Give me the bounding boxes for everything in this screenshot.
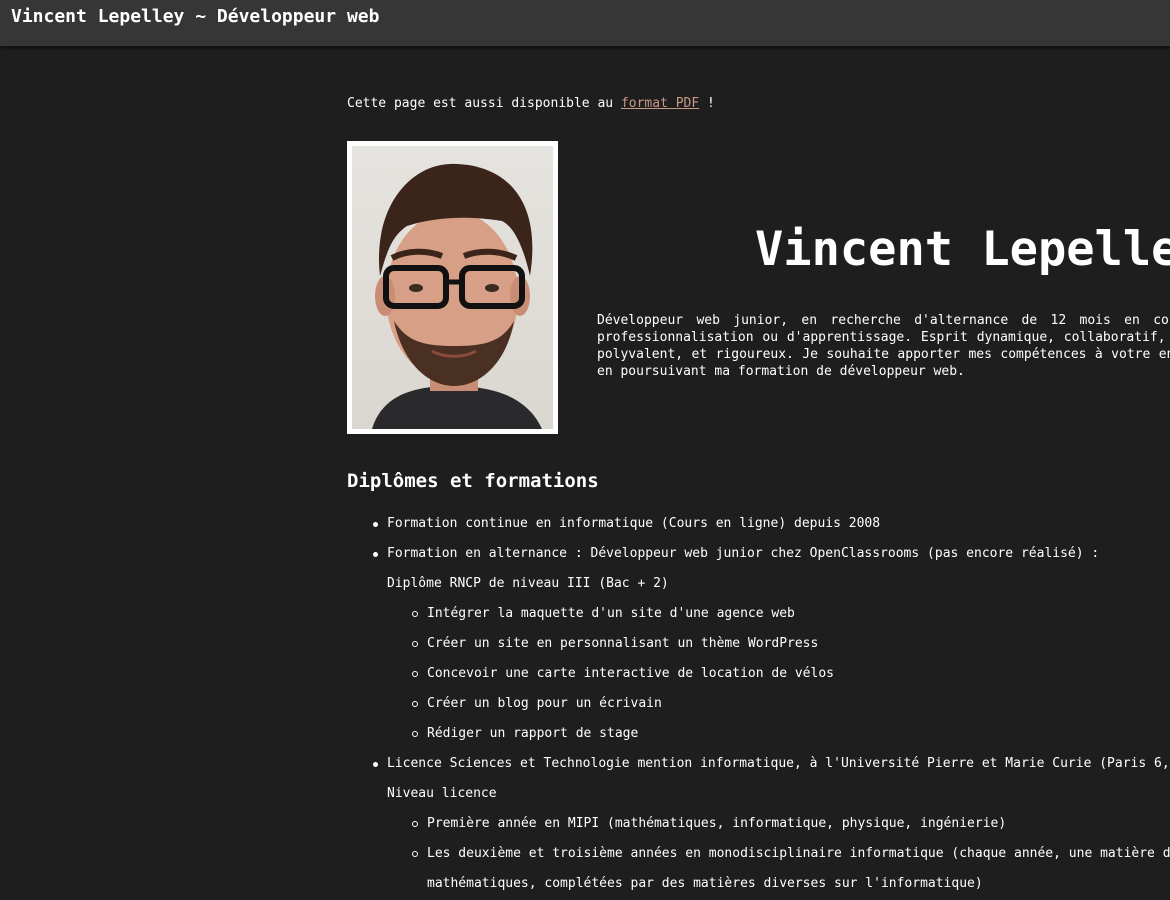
subitem-text: Intégrer la maquette d'un site d'une age… — [427, 606, 795, 621]
subitem-text: Créer un blog pour un écrivain — [427, 696, 662, 711]
profile-name: Vincent Lepelley — [755, 222, 1170, 277]
profile-photo — [347, 141, 558, 434]
education-subitem: Rédiger un rapport de stage — [347, 719, 1170, 749]
pdf-notice-prefix: Cette page est aussi disponible au — [347, 96, 621, 111]
subitem-text: Créer un site en personnalisant un thème… — [427, 636, 819, 651]
education-item: Formation continue en informatique (Cour… — [347, 509, 1170, 539]
subitem-text: Concevoir une carte interactive de locat… — [427, 666, 834, 681]
pdf-notice-suffix: ! — [699, 96, 715, 111]
education-list: Formation continue en informatique (Cour… — [347, 509, 1170, 899]
education-subitem: Les deuxième et troisième années en mono… — [347, 839, 1170, 869]
education-item-subtitle: Niveau licence — [387, 786, 497, 801]
profile-summary: Développeur web junior, en recherche d'a… — [597, 313, 1170, 379]
education-item: Formation en alternance : Développeur we… — [347, 539, 1170, 749]
education-subitem-continuation: mathématiques, complétées par des matièr… — [347, 869, 1170, 899]
education-item-text: Licence Sciences et Technologie mention … — [387, 756, 1170, 771]
education-item-text: Formation continue en informatique (Cour… — [387, 516, 881, 531]
top-bar: Vincent Lepelley ~ Développeur web — [0, 0, 1170, 46]
subitem-text: Les deuxième et troisième années en mono… — [427, 846, 1170, 861]
subitem-text: Première année en MIPI (mathématiques, i… — [427, 816, 1007, 831]
pdf-notice: Cette page est aussi disponible au forma… — [347, 96, 715, 111]
education-subitem: Concevoir une carte interactive de locat… — [347, 659, 1170, 689]
portrait-illustration — [372, 163, 542, 429]
subitem-text: mathématiques, complétées par des matièr… — [427, 876, 983, 891]
education-subitem: Première année en MIPI (mathématiques, i… — [347, 809, 1170, 839]
education-subitem: Intégrer la maquette d'un site d'une age… — [347, 599, 1170, 629]
pdf-link[interactable]: format PDF — [621, 96, 699, 111]
education-title: Diplômes et formations — [347, 470, 599, 492]
education-item: Licence Sciences et Technologie mention … — [347, 749, 1170, 899]
education-subitem: Créer un site en personnalisant un thème… — [347, 629, 1170, 659]
portrait-image — [352, 146, 553, 429]
subitem-text: Rédiger un rapport de stage — [427, 726, 639, 741]
site-title[interactable]: Vincent Lepelley ~ Développeur web — [11, 6, 379, 27]
education-item-text: Formation en alternance : Développeur we… — [387, 546, 1100, 561]
education-item-subtitle: Diplôme RNCP de niveau III (Bac + 2) — [387, 576, 669, 591]
main-content: Cette page est aussi disponible au forma… — [0, 46, 1170, 900]
education-subitem: Créer un blog pour un écrivain — [347, 689, 1170, 719]
